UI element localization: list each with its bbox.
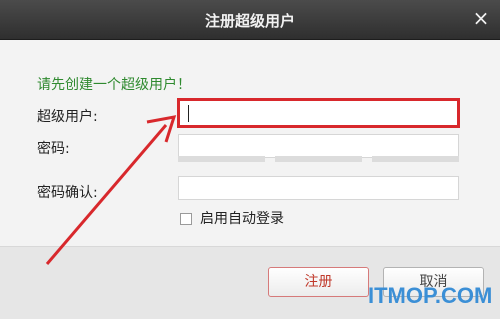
username-label: 超级用户: xyxy=(37,109,98,125)
register-button[interactable]: 注册 xyxy=(268,267,369,297)
username-input[interactable] xyxy=(177,98,460,128)
strength-bar-3 xyxy=(372,156,459,162)
password-input[interactable] xyxy=(178,134,459,158)
title-bar: 注册超级用户 × xyxy=(0,0,500,40)
password-label: 密码: xyxy=(37,141,70,157)
strength-bar-1 xyxy=(178,156,265,162)
auto-login-checkbox[interactable] xyxy=(180,213,192,225)
watermark-logo: ITMOP.COM xyxy=(368,283,493,308)
auto-login-row[interactable]: 启用自动登录 xyxy=(180,208,284,228)
strength-bar-2 xyxy=(275,156,362,162)
text-cursor xyxy=(188,105,189,122)
instruction-text: 请先创建一个超级用户！ xyxy=(37,77,191,93)
confirm-password-input[interactable] xyxy=(178,176,459,200)
confirm-password-label: 密码确认: xyxy=(37,185,98,201)
close-icon[interactable]: × xyxy=(470,7,492,29)
window-title: 注册超级用户 xyxy=(204,12,295,30)
auto-login-label: 启用自动登录 xyxy=(200,211,284,227)
